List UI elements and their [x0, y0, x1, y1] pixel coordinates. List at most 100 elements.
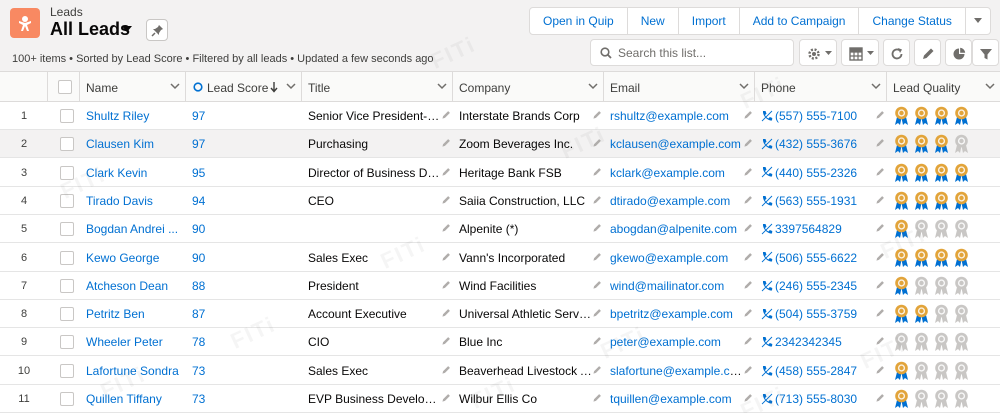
lead-score-link[interactable]: 78: [186, 328, 302, 356]
change-status-button[interactable]: Change Status: [859, 8, 966, 34]
lead-score-link[interactable]: 90: [186, 215, 302, 243]
lead-phone[interactable]: (458) 555-2847: [755, 357, 875, 385]
pencil-icon[interactable]: [441, 167, 451, 177]
table-row[interactable]: 9 Wheeler Peter 78 CIO Blue Inc peter@example…: [0, 328, 1000, 357]
table-row[interactable]: 6 Kewo George 90 Sales Exec Vann's Incorpora…: [0, 243, 1000, 272]
lead-score-link[interactable]: 97: [186, 130, 302, 158]
pencil-icon[interactable]: [592, 336, 602, 346]
lead-score-link[interactable]: 88: [186, 272, 302, 300]
pencil-icon[interactable]: [743, 195, 753, 205]
row-select-checkbox[interactable]: [60, 392, 74, 406]
lead-email-link[interactable]: wind@mailinator.com: [604, 272, 744, 300]
lead-name-link[interactable]: Shultz Riley: [80, 102, 186, 130]
lead-name-link[interactable]: Petritz Ben: [80, 300, 186, 328]
column-header-phone[interactable]: Phone: [755, 72, 887, 102]
pencil-icon[interactable]: [875, 223, 885, 233]
table-row[interactable]: 11 Quillen Tiffany 73 EVP Business Developm…: [0, 385, 1000, 413]
lead-phone[interactable]: (506) 555-6622: [755, 244, 875, 272]
column-header-name[interactable]: Name: [80, 72, 186, 102]
row-select-checkbox[interactable]: [60, 307, 74, 322]
open-in-quip-button[interactable]: Open in Quip: [530, 8, 628, 34]
row-select-checkbox[interactable]: [60, 250, 74, 265]
phone-icon[interactable]: [761, 138, 773, 150]
chevron-down-icon[interactable]: [588, 83, 598, 90]
lead-phone[interactable]: (246) 555-2345: [755, 272, 875, 300]
list-settings-button[interactable]: [799, 39, 837, 66]
lead-name-link[interactable]: Kewo George: [80, 244, 186, 272]
chevron-down-icon[interactable]: [437, 83, 447, 90]
pencil-icon[interactable]: [743, 138, 753, 148]
pencil-icon[interactable]: [743, 110, 753, 120]
row-select-checkbox[interactable]: [60, 222, 74, 237]
lead-phone[interactable]: (504) 555-3759: [755, 300, 875, 328]
pencil-icon[interactable]: [875, 110, 885, 120]
pencil-icon[interactable]: [743, 365, 753, 375]
chevron-down-icon[interactable]: [121, 25, 133, 34]
pencil-icon[interactable]: [441, 138, 451, 148]
lead-email-link[interactable]: gkewo@example.com: [604, 244, 744, 272]
row-select-checkbox[interactable]: [60, 335, 74, 350]
select-all-checkbox[interactable]: [58, 80, 72, 94]
pencil-icon[interactable]: [592, 167, 602, 177]
refresh-button[interactable]: [883, 39, 910, 66]
lead-name-link[interactable]: Lafortune Sondra: [80, 357, 186, 385]
phone-icon[interactable]: [761, 393, 773, 405]
pencil-icon[interactable]: [875, 195, 885, 205]
row-select-checkbox[interactable]: [60, 137, 74, 152]
pencil-icon[interactable]: [441, 280, 451, 290]
pencil-icon[interactable]: [875, 393, 885, 403]
pencil-icon[interactable]: [743, 336, 753, 346]
row-select-checkbox[interactable]: [60, 165, 74, 180]
pencil-icon[interactable]: [743, 308, 753, 318]
row-select-checkbox[interactable]: [60, 193, 74, 208]
pencil-icon[interactable]: [875, 365, 885, 375]
pencil-icon[interactable]: [743, 252, 753, 262]
lead-email-link[interactable]: slafortune@example.com: [604, 357, 744, 385]
row-select-checkbox[interactable]: [60, 109, 74, 123]
pencil-icon[interactable]: [875, 167, 885, 177]
pencil-icon[interactable]: [441, 365, 451, 375]
pencil-icon[interactable]: [875, 280, 885, 290]
pencil-icon[interactable]: [743, 223, 753, 233]
phone-icon[interactable]: [761, 336, 773, 348]
column-header-lead-score[interactable]: Lead Score: [186, 72, 302, 102]
lead-email-link[interactable]: kclark@example.com: [604, 159, 744, 187]
pencil-icon[interactable]: [592, 223, 602, 233]
table-row[interactable]: 1 Shultz Riley 97 Senior Vice President-O..…: [0, 102, 1000, 130]
lead-score-link[interactable]: 73: [186, 385, 302, 413]
column-header-lead-quality[interactable]: Lead Quality: [887, 72, 1000, 102]
pencil-icon[interactable]: [441, 110, 451, 120]
table-row[interactable]: 4 Tirado Davis 94 CEO Saiia Construction, LL…: [0, 186, 1000, 215]
column-header-email[interactable]: Email: [604, 72, 755, 102]
phone-icon[interactable]: [761, 365, 773, 377]
lead-phone[interactable]: 3397564829: [755, 215, 875, 243]
pencil-icon[interactable]: [875, 336, 885, 346]
phone-icon[interactable]: [761, 280, 773, 292]
pencil-icon[interactable]: [743, 280, 753, 290]
column-header-company[interactable]: Company: [453, 72, 604, 102]
new-button[interactable]: New: [628, 8, 679, 34]
lead-name-link[interactable]: Tirado Davis: [80, 187, 186, 215]
pencil-icon[interactable]: [875, 308, 885, 318]
lead-phone[interactable]: 2342342345: [755, 328, 875, 356]
column-header-title[interactable]: Title: [302, 72, 453, 102]
lead-name-link[interactable]: Clausen Kim: [80, 130, 186, 158]
lead-email-link[interactable]: kclausen@example.com: [604, 130, 744, 158]
pencil-icon[interactable]: [743, 167, 753, 177]
lead-name-link[interactable]: Wheeler Peter: [80, 328, 186, 356]
row-select-checkbox[interactable]: [60, 363, 74, 378]
pencil-icon[interactable]: [743, 393, 753, 403]
lead-email-link[interactable]: abogdan@alpenite.com: [604, 215, 744, 243]
pencil-icon[interactable]: [441, 252, 451, 262]
pin-list-view-button[interactable]: [146, 19, 168, 41]
pencil-icon[interactable]: [441, 308, 451, 318]
lead-email-link[interactable]: rshultz@example.com: [604, 102, 744, 130]
lead-phone[interactable]: (440) 555-2326: [755, 159, 875, 187]
table-row[interactable]: 3 Clark Kevin 95 Director of Business Dev..…: [0, 158, 1000, 187]
pencil-icon[interactable]: [592, 195, 602, 205]
display-as-button[interactable]: [841, 39, 879, 66]
list-view-title[interactable]: All Leads: [50, 19, 130, 40]
more-actions-button[interactable]: [966, 8, 990, 34]
table-row[interactable]: 5 Bogdan Andrei ... 90 Alpenite (*) abogdan@…: [0, 215, 1000, 244]
search-input[interactable]: [618, 44, 788, 62]
